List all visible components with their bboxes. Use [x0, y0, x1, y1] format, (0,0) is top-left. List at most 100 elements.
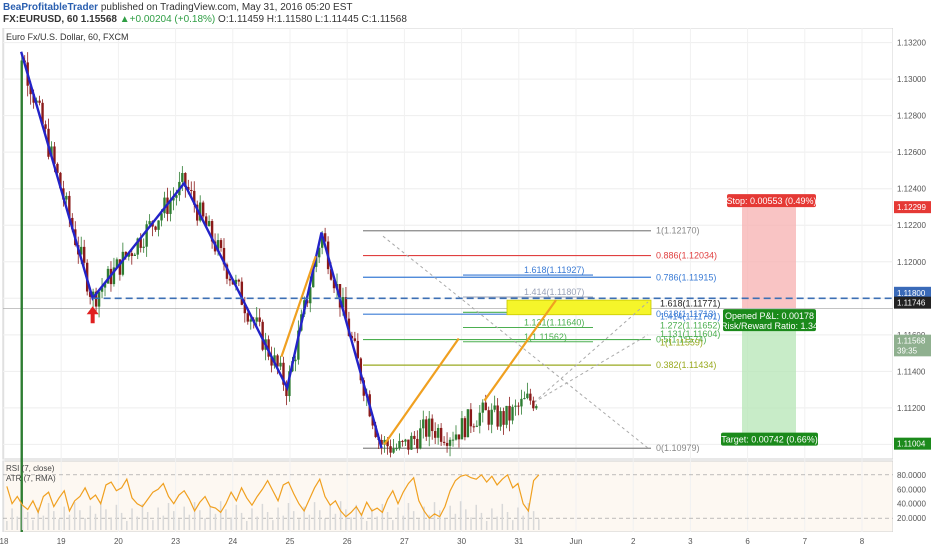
ohlc-low: L:1.11445	[314, 14, 359, 25]
fib-extension-label: 1.131(1.11640)	[524, 318, 584, 328]
candle-body	[478, 412, 481, 426]
candle-body	[237, 279, 241, 282]
target-label: Target: 0.00742 (0.66%)	[721, 432, 818, 446]
stop-label: Stop: 0.00553 (0.49%)	[726, 194, 817, 208]
time-tick-label: 2	[631, 537, 636, 546]
time-tick-label: 23	[171, 537, 180, 546]
price-badge-text: 1.11004	[897, 440, 926, 449]
candle-body	[65, 195, 68, 200]
time-tick-label: 19	[57, 537, 66, 546]
candle-body	[472, 426, 476, 428]
candle-body	[294, 359, 297, 362]
time-axis[interactable]: 18 19 20 23 24 25 26 27 30 31 Jun 2 3 6 7 8	[0, 532, 932, 550]
candle-body	[404, 439, 407, 442]
price-tick-label: 1.12600	[897, 148, 926, 157]
candle-body	[389, 446, 392, 453]
candle-body	[428, 418, 431, 437]
stop-zone[interactable]	[742, 207, 796, 309]
publish-line: BeaProfitableTrader published on Trading…	[3, 2, 352, 13]
atr-label: ATR (7, RMA)	[6, 474, 56, 483]
pnl-label-text: Opened P&L: 0.00178	[725, 311, 814, 321]
candle-body	[511, 406, 514, 421]
candle-body	[157, 220, 160, 230]
ohlc-open: O:1.11459	[218, 14, 265, 25]
candle-body	[410, 435, 413, 450]
candle-body	[413, 435, 416, 439]
candle-body	[401, 440, 404, 442]
rsi-tick-label: 20.0000	[897, 514, 926, 523]
candle-body	[493, 405, 496, 410]
candle-body	[529, 393, 532, 401]
candle-body	[407, 439, 410, 450]
candle-body	[517, 405, 520, 407]
candle-body	[481, 402, 484, 413]
time-tick-label: 24	[228, 537, 237, 546]
candle-body	[392, 448, 395, 453]
author-name[interactable]: BeaProfitableTrader	[3, 2, 98, 13]
time-tick-label: 27	[400, 537, 409, 546]
candle-body	[439, 427, 443, 442]
candle-body	[44, 124, 47, 129]
time-tick-label: 7	[803, 537, 808, 546]
price-axis[interactable]: 1.13200 1.13000 1.12800 1.12600 1.12400 1.122…	[893, 28, 932, 532]
fib-retracement-label: 0.786(1.11915)	[656, 272, 716, 282]
candle-body	[532, 400, 535, 409]
candle-body	[442, 441, 446, 443]
price-tick-label: 1.12400	[897, 185, 926, 194]
candle-body	[475, 425, 479, 427]
price-badge-text: 1.11800	[897, 289, 926, 298]
time-tick-label: Jun	[570, 537, 583, 546]
candle-body	[258, 317, 261, 322]
time-tick-label: 3	[688, 537, 693, 546]
fib-retracement-label: 1(1.12170)	[656, 226, 700, 236]
candle-body	[463, 418, 467, 438]
candle-body	[535, 406, 538, 409]
candle-body	[181, 173, 184, 182]
candle-body	[436, 427, 440, 438]
candle-body	[38, 100, 41, 103]
time-tick-label: 26	[343, 537, 352, 546]
candle-body	[82, 246, 86, 263]
ohlc-close: C:1.11568	[361, 14, 407, 25]
prz-zone[interactable]	[506, 299, 652, 316]
candle-body	[207, 221, 211, 227]
rsi-label: RSI (7, close)	[6, 464, 55, 473]
price-axis-bg	[893, 28, 932, 532]
candle-body	[133, 254, 136, 256]
fib-retracement-label: 0.382(1.11434)	[656, 360, 716, 370]
candle-body	[130, 253, 133, 256]
candle-body	[526, 393, 529, 399]
candle-body	[154, 226, 157, 230]
time-tick-label: 31	[514, 537, 523, 546]
price-chart[interactable]: Euro Fx/U.S. Dollar, 60, FXCM 1(1.12170)…	[0, 28, 932, 550]
candle-body	[490, 409, 493, 425]
stop-label-text: Stop: 0.00553 (0.49%)	[726, 196, 816, 206]
candle-body	[422, 419, 425, 429]
time-tick-label: 20	[114, 537, 123, 546]
candle-body	[520, 398, 523, 407]
time-tick-label: 25	[286, 537, 295, 546]
candle-body	[466, 409, 470, 438]
price-tick-label: 1.12000	[897, 258, 926, 267]
candle-body	[514, 405, 517, 407]
candle-body	[469, 409, 473, 427]
candle-body	[255, 317, 258, 322]
time-tick-label: 30	[457, 537, 466, 546]
price-badge-text: 39:35	[897, 346, 918, 355]
candle-body	[190, 190, 193, 192]
candle-body	[219, 240, 223, 248]
fib-extension-label: 1.618(1.11927)	[524, 265, 584, 275]
candle-body	[142, 246, 145, 248]
price-tick-label: 1.11400	[897, 367, 926, 376]
candle-body	[121, 251, 125, 275]
fib-extension-label: 1.414(1.11807)	[524, 287, 584, 297]
price-tick-label: 1.13200	[897, 39, 926, 48]
candle-body	[433, 431, 437, 438]
target-label-text: Target: 0.00742 (0.66%)	[721, 435, 818, 445]
candle-body	[508, 405, 511, 421]
candle-body	[97, 291, 101, 307]
price-tick-label: 1.13000	[897, 75, 926, 84]
price-tick-label: 1.12800	[897, 112, 926, 121]
candle-body	[499, 411, 502, 427]
candle-body	[353, 338, 357, 341]
